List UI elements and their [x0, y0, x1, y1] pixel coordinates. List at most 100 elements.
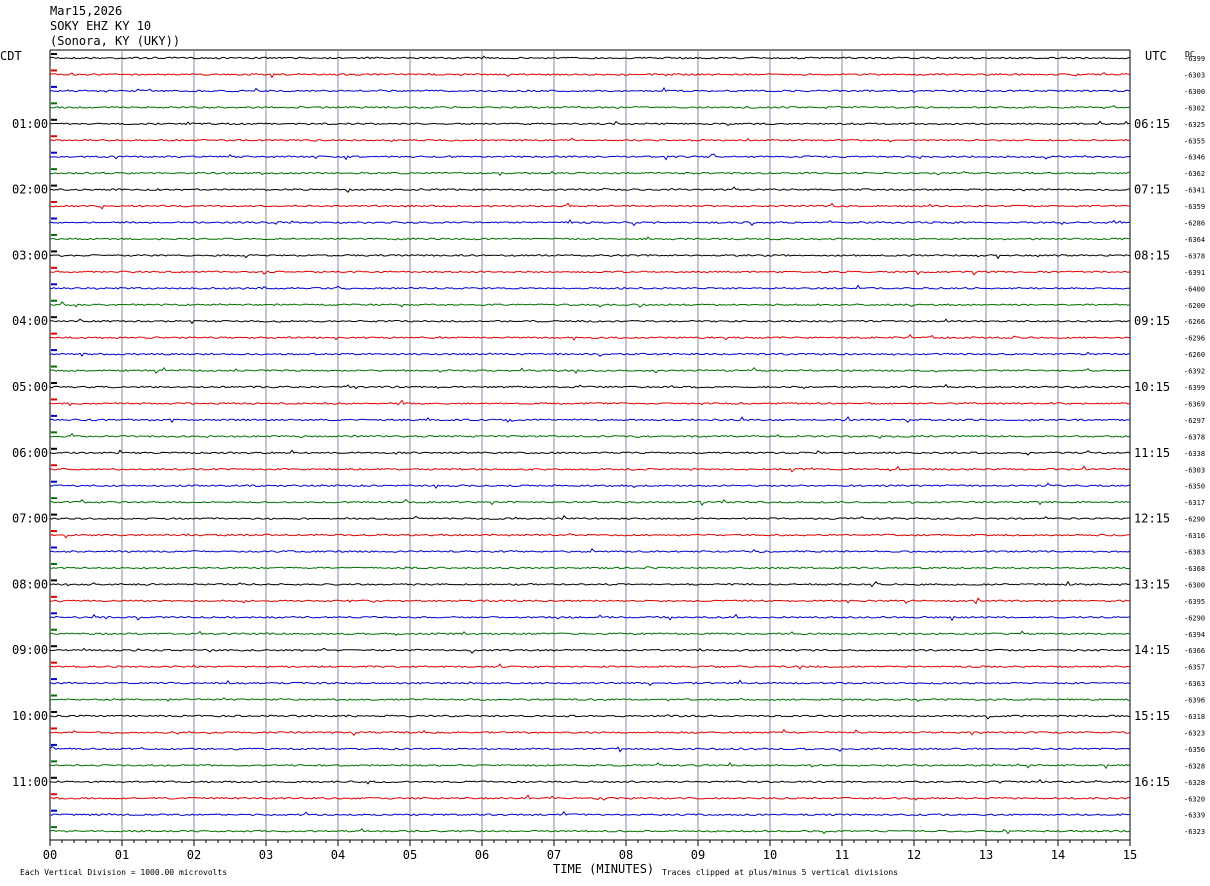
x-tick-label: 13: [979, 848, 993, 862]
left-hour-label: 02:00: [12, 183, 48, 197]
trace-line: [49, 514, 1130, 521]
dc-offset-label: -6316: [1184, 532, 1205, 540]
dc-offset-label: -6317: [1184, 499, 1205, 507]
trace-line: [49, 465, 1131, 473]
dc-offset-label: -6339: [1184, 812, 1205, 820]
trace-line: [49, 663, 1131, 670]
trace-line: [49, 597, 1131, 605]
dc-offset-label: -6323: [1184, 828, 1205, 836]
x-tick-label: 01: [115, 848, 129, 862]
dc-offset-label: -6302: [1184, 104, 1205, 112]
x-tick-label: 09: [691, 848, 705, 862]
dc-offset-label: -6383: [1184, 549, 1205, 557]
left-hour-label: 06:00: [12, 446, 48, 460]
trace-line: [49, 498, 1130, 506]
x-tick-label: 00: [43, 848, 57, 862]
dc-offset-label: -6366: [1184, 647, 1205, 655]
dc-offset-label: -6341: [1184, 187, 1205, 195]
trace-line: [49, 810, 1131, 817]
trace-line: [49, 828, 1131, 835]
trace-line: [49, 399, 1131, 407]
dc-offset-label: -6296: [1184, 335, 1205, 343]
trace-line: [49, 55, 1131, 60]
dc-offset-labels: -6399 -6303 -6300 -6302 -6325 -6355 -6346 -6362…: [1184, 55, 1205, 836]
dc-offset-label: -6303: [1184, 466, 1205, 474]
dc-offset-label: -6200: [1184, 302, 1205, 310]
right-hour-label: 08:15: [1134, 248, 1170, 262]
plot-header: Mar15,2026 SOKY EHZ KY 10 (Sonora, KY (U…: [0, 4, 1195, 63]
right-hour-label: 14:15: [1134, 643, 1170, 657]
dc-offset-label: -6286: [1184, 220, 1205, 228]
right-timezone: UTC: [1145, 49, 1167, 63]
trace-line: [49, 714, 1131, 720]
trace-line: [49, 153, 1131, 161]
dc-offset-label: -6395: [1184, 598, 1205, 606]
trace-line: [49, 566, 1130, 570]
trace-line: [49, 449, 1131, 456]
seismic-traces: [49, 53, 1131, 835]
right-hour-label: 10:15: [1134, 380, 1170, 394]
time-grid: [49, 49, 1131, 841]
trace-line: [49, 697, 1131, 703]
dc-offset-label: -6399: [1184, 55, 1205, 63]
x-tick-label: 04: [331, 848, 345, 862]
trace-line: [49, 120, 1131, 127]
trace-line: [49, 236, 1131, 241]
dc-offset-label: -6362: [1184, 170, 1205, 178]
dc-offset-label: -6355: [1184, 137, 1205, 145]
trace-line: [49, 270, 1131, 276]
trace-line: [49, 728, 1131, 737]
dc-offset-label: -6303: [1184, 71, 1205, 79]
trace-line: [49, 137, 1131, 143]
trace-line: [49, 71, 1131, 79]
trace-line: [49, 548, 1131, 554]
x-tick-label: 12: [907, 848, 921, 862]
dc-offset-label: -6297: [1184, 417, 1205, 425]
dc-offset-label: -6378: [1184, 252, 1205, 260]
dc-offset-label: -6394: [1184, 631, 1205, 639]
dc-offset-label: -6350: [1184, 483, 1205, 491]
trace-line: [49, 87, 1131, 94]
record-date: Mar15,2026: [50, 4, 122, 18]
left-hour-label: 07:00: [12, 512, 48, 526]
dc-offset-label: -6391: [1184, 269, 1205, 277]
trace-line: [49, 219, 1131, 227]
x-tick-label: 06: [475, 848, 489, 862]
trace-line: [49, 745, 1131, 753]
x-tick-label: 07: [547, 848, 561, 862]
dc-offset-label: -6290: [1184, 516, 1205, 524]
right-hour-label: 12:15: [1134, 512, 1170, 526]
trace-line: [49, 383, 1131, 390]
left-hour-label: 10:00: [12, 709, 48, 723]
trace-line: [49, 186, 1131, 193]
dc-offset-label: -6300: [1184, 581, 1205, 589]
dc-offset-label: -6369: [1184, 400, 1205, 408]
dc-offset-label: -6392: [1184, 368, 1205, 376]
trace-line: [49, 202, 1130, 210]
dc-offset-label: -6260: [1184, 351, 1205, 359]
trace-line: [49, 301, 1131, 308]
left-hour-label: 09:00: [12, 643, 48, 657]
dc-offset-label: -6396: [1184, 697, 1205, 705]
trace-line: [49, 170, 1130, 177]
right-hour-label: 07:15: [1134, 183, 1170, 197]
trace-line: [50, 253, 1131, 260]
left-hour-label: 08:00: [12, 577, 48, 591]
clip-note: Traces clipped at plus/minus 5 vertical …: [662, 868, 898, 877]
left-hour-label: 04:00: [12, 314, 48, 328]
x-tick-label: 10: [763, 848, 777, 862]
right-hour-label: 11:15: [1134, 446, 1170, 460]
trace-line: [49, 794, 1131, 801]
trace-line: [49, 482, 1131, 490]
dc-offset-label: -6300: [1184, 88, 1205, 96]
helicorder-plot: Mar15,2026 SOKY EHZ KY 10 (Sonora, KY (U…: [0, 4, 1205, 877]
right-hour-label: 13:15: [1134, 577, 1170, 591]
right-hour-label: 16:15: [1134, 775, 1170, 789]
x-tick-label: 08: [619, 848, 633, 862]
left-hour-labels: 01:00 02:00 03:00 04:00 05:00 06:00 07:00 08:00…: [12, 117, 48, 789]
right-hour-label: 06:15: [1134, 117, 1170, 131]
trace-line: [49, 366, 1130, 375]
trace-line: [49, 778, 1131, 785]
right-hour-label: 09:15: [1134, 314, 1170, 328]
x-tick-label: 15: [1123, 848, 1137, 862]
